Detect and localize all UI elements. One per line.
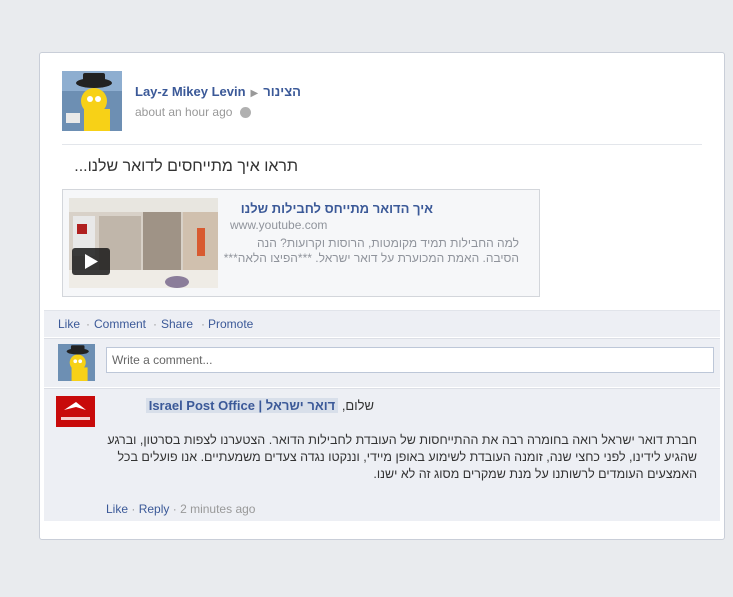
post-timestamp[interactable]: about an hour ago: [135, 105, 232, 119]
author-line: Lay-z Mikey Levin ▶ הצינור: [135, 84, 301, 99]
comment-header: שלום, דואר ישראל | Israel Post Office: [145, 398, 374, 413]
separator-dot: ·: [86, 317, 90, 331]
share-button[interactable]: Share: [161, 317, 193, 331]
author-name[interactable]: Lay-z Mikey Levin: [135, 84, 246, 99]
comment-item: שלום, דואר ישראל | Israel Post Office חב…: [44, 388, 720, 521]
commenter-avatar[interactable]: [56, 396, 95, 427]
post-time: about an hour ago: [135, 105, 251, 119]
viewer-avatar: [58, 344, 95, 381]
comment-timestamp[interactable]: 2 minutes ago: [180, 502, 255, 516]
separator-dot: ·: [172, 502, 181, 516]
promote-button[interactable]: Promote: [208, 317, 253, 331]
separator-dot: ·: [201, 317, 205, 331]
comment-like-button[interactable]: Like: [106, 502, 128, 516]
video-thumbnail[interactable]: [69, 198, 218, 288]
comment-greeting: שלום,: [341, 398, 374, 413]
comment-text: חברת דואר ישראל רואה בחומרה רבה את ההתיי…: [107, 433, 697, 481]
comment-reply-button[interactable]: Reply: [139, 502, 170, 516]
target-page[interactable]: הצינור: [263, 84, 301, 99]
comment-composer: Write a comment...: [44, 338, 720, 387]
link-description: למה החבילות תמיד מקומטות, הרוסות וקרועות…: [223, 236, 519, 265]
globe-icon[interactable]: [239, 107, 251, 118]
arrow-right-icon: ▶: [250, 88, 259, 99]
separator-dot: ·: [153, 317, 157, 331]
separator-dot: ·: [131, 502, 139, 516]
comment-input[interactable]: Write a comment...: [106, 347, 714, 373]
author-avatar[interactable]: [62, 71, 122, 131]
comment-actions: Like · Reply · 2 minutes ago: [106, 502, 255, 516]
link-preview[interactable]: איך הדואר מתייחס לחבילות שלנו www.youtub…: [62, 189, 540, 297]
link-url: www.youtube.com: [230, 218, 328, 232]
post-actions: Like · Comment · Share · Promote: [44, 310, 720, 337]
header-divider: [62, 144, 702, 145]
like-button[interactable]: Like: [58, 317, 80, 331]
post-card: Lay-z Mikey Levin ▶ הצינור about an hour a…: [39, 52, 725, 540]
comment-button[interactable]: Comment: [94, 317, 146, 331]
post-message: תראו איך מתייחסים לדואר שלנו...: [74, 158, 298, 175]
commenter-name[interactable]: דואר ישראל | Israel Post Office: [145, 398, 339, 413]
link-title[interactable]: איך הדואר מתייחס לחבילות שלנו: [241, 201, 433, 216]
